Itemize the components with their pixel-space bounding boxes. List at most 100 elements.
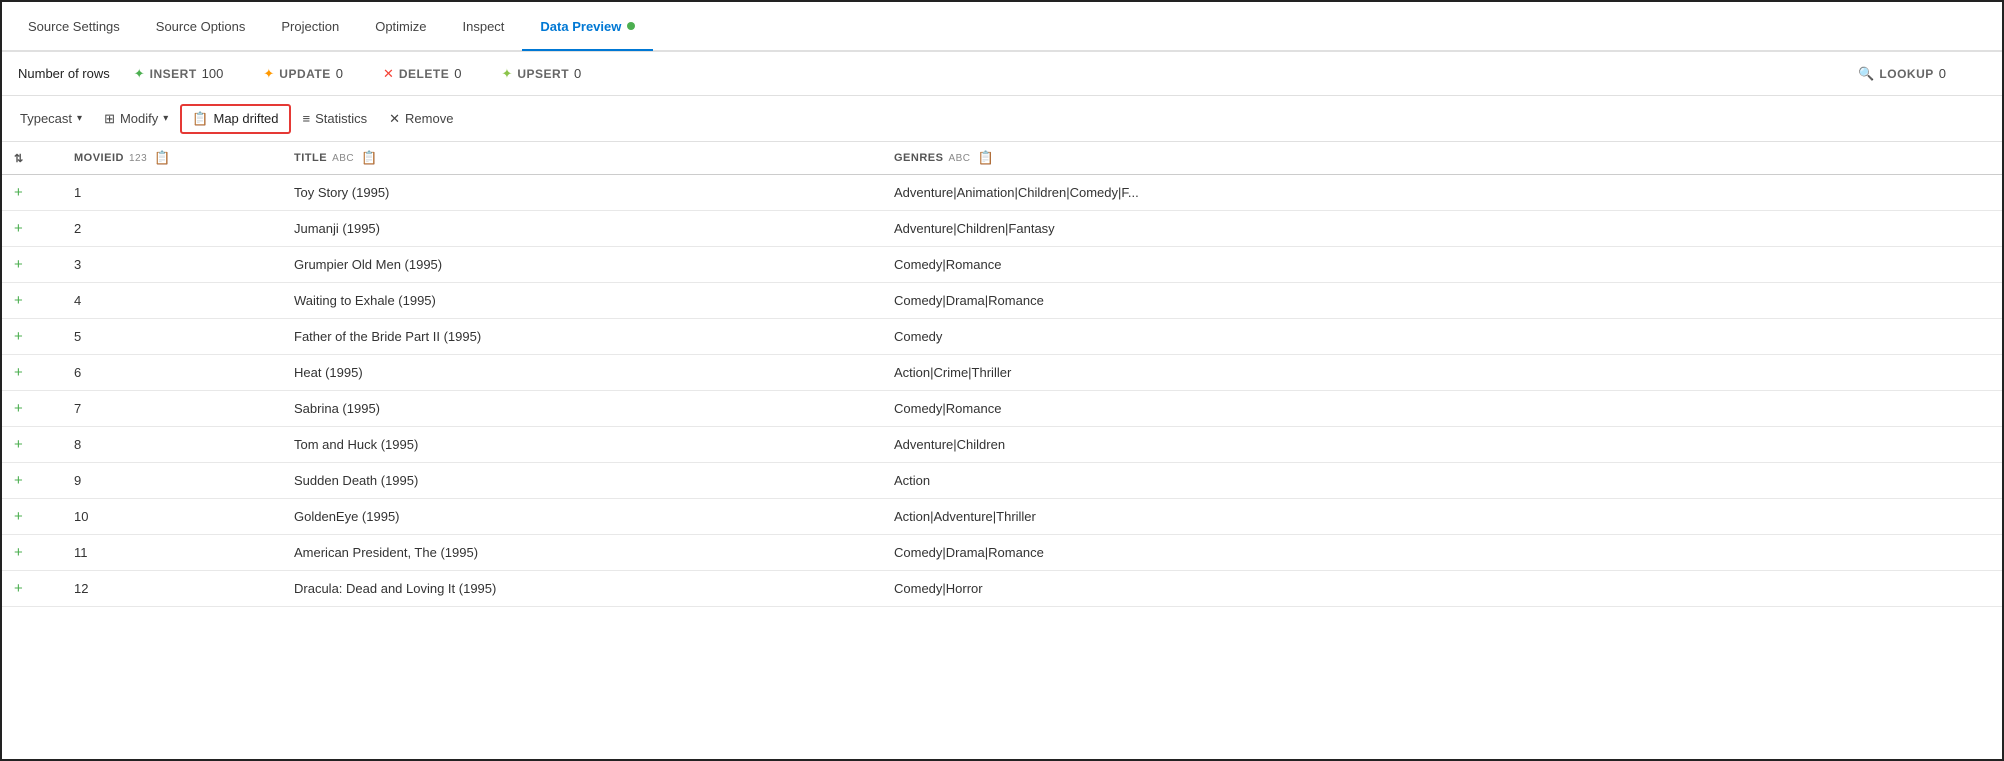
active-dot	[627, 22, 635, 30]
rows-label: Number of rows	[18, 66, 110, 81]
nav-item-source-settings[interactable]: Source Settings	[10, 2, 138, 50]
row-plus-12[interactable]: +	[2, 571, 62, 607]
cell-title-12: Dracula: Dead and Loving It (1995)	[282, 571, 882, 607]
genres-edit-icon[interactable]: 📋	[978, 150, 995, 166]
row-plus-9[interactable]: +	[2, 463, 62, 499]
cell-title-11: American President, The (1995)	[282, 535, 882, 571]
row-plus-4[interactable]: +	[2, 283, 62, 319]
row-plus-2[interactable]: +	[2, 211, 62, 247]
table-row: +1Toy Story (1995)Adventure|Animation|Ch…	[2, 175, 2002, 211]
table-row: +10GoldenEye (1995)Action|Adventure|Thri…	[2, 499, 2002, 535]
cell-genres-7: Comedy|Romance	[882, 391, 2002, 427]
plus-icon[interactable]: +	[14, 508, 23, 525]
cell-movieid-5: 5	[62, 319, 282, 355]
table-row: +2Jumanji (1995)Adventure|Children|Fanta…	[2, 211, 2002, 247]
cell-movieid-4: 4	[62, 283, 282, 319]
cell-title-6: Heat (1995)	[282, 355, 882, 391]
cell-movieid-11: 11	[62, 535, 282, 571]
movieid-col-label: MOVIEID	[74, 152, 124, 164]
cell-title-10: GoldenEye (1995)	[282, 499, 882, 535]
update-stat: ✦ UPDATE 0	[263, 66, 343, 82]
cell-genres-6: Action|Crime|Thriller	[882, 355, 2002, 391]
title-type: abc	[332, 153, 354, 164]
cell-title-5: Father of the Bride Part II (1995)	[282, 319, 882, 355]
lookup-stat: 🔍 LOOKUP 0	[1858, 66, 1946, 82]
row-plus-6[interactable]: +	[2, 355, 62, 391]
update-label: UPDATE	[279, 67, 330, 81]
nav-item-data-preview[interactable]: Data Preview	[522, 3, 653, 51]
row-plus-3[interactable]: +	[2, 247, 62, 283]
table-row: +3Grumpier Old Men (1995)Comedy|Romance	[2, 247, 2002, 283]
plus-icon[interactable]: +	[14, 436, 23, 453]
typecast-label: Typecast	[20, 111, 72, 126]
table-row: +12Dracula: Dead and Loving It (1995)Com…	[2, 571, 2002, 607]
modify-icon: ⊞	[104, 111, 115, 127]
movieid-edit-icon[interactable]: 📋	[154, 150, 171, 166]
col-header-title: TITLE abc 📋	[282, 142, 882, 175]
plus-icon[interactable]: +	[14, 292, 23, 309]
data-table-wrapper: ⇅ MOVIEID 123 📋 TITLE abc	[2, 142, 2002, 607]
delete-value: 0	[454, 66, 461, 81]
insert-icon: ✦	[134, 66, 145, 82]
insert-label: INSERT	[150, 67, 197, 81]
plus-icon[interactable]: +	[14, 220, 23, 237]
remove-label: Remove	[405, 111, 453, 126]
delete-icon: ✕	[383, 66, 394, 82]
top-nav: Source SettingsSource OptionsProjectionO…	[2, 2, 2002, 52]
map-drifted-icon: 📋	[192, 111, 208, 127]
plus-icon[interactable]: +	[14, 472, 23, 489]
cell-movieid-10: 10	[62, 499, 282, 535]
table-row: +11American President, The (1995)Comedy|…	[2, 535, 2002, 571]
upsert-icon: ✦	[501, 66, 512, 82]
update-value: 0	[336, 66, 343, 81]
cell-title-4: Waiting to Exhale (1995)	[282, 283, 882, 319]
sort-icon: ⇅	[14, 152, 24, 165]
plus-icon[interactable]: +	[14, 256, 23, 273]
row-plus-7[interactable]: +	[2, 391, 62, 427]
cell-genres-10: Action|Adventure|Thriller	[882, 499, 2002, 535]
plus-icon[interactable]: +	[14, 544, 23, 561]
plus-icon[interactable]: +	[14, 328, 23, 345]
cell-title-8: Tom and Huck (1995)	[282, 427, 882, 463]
plus-icon[interactable]: +	[14, 364, 23, 381]
row-plus-11[interactable]: +	[2, 535, 62, 571]
statistics-button[interactable]: ≡ Statistics	[293, 106, 378, 131]
cell-movieid-12: 12	[62, 571, 282, 607]
modify-label: Modify	[120, 111, 158, 126]
typecast-button[interactable]: Typecast ▾	[10, 106, 92, 131]
cell-genres-11: Comedy|Drama|Romance	[882, 535, 2002, 571]
statistics-label: Statistics	[315, 111, 367, 126]
row-plus-5[interactable]: +	[2, 319, 62, 355]
nav-item-optimize[interactable]: Optimize	[357, 2, 444, 50]
cell-genres-1: Adventure|Animation|Children|Comedy|F...	[882, 175, 2002, 211]
cell-genres-8: Adventure|Children	[882, 427, 2002, 463]
plus-icon[interactable]: +	[14, 580, 23, 597]
update-icon: ✦	[263, 66, 274, 82]
data-table: ⇅ MOVIEID 123 📋 TITLE abc	[2, 142, 2002, 607]
row-plus-10[interactable]: +	[2, 499, 62, 535]
cell-title-3: Grumpier Old Men (1995)	[282, 247, 882, 283]
map-drifted-button[interactable]: 📋 Map drifted	[180, 104, 290, 134]
cell-genres-9: Action	[882, 463, 2002, 499]
cell-movieid-9: 9	[62, 463, 282, 499]
toolbar: Typecast ▾ ⊞ Modify ▾ 📋 Map drifted ≡ St…	[2, 96, 2002, 142]
cell-title-2: Jumanji (1995)	[282, 211, 882, 247]
remove-icon: ✕	[389, 111, 400, 127]
table-header-row: ⇅ MOVIEID 123 📋 TITLE abc	[2, 142, 2002, 175]
row-plus-8[interactable]: +	[2, 427, 62, 463]
delete-label: DELETE	[399, 67, 449, 81]
nav-item-inspect[interactable]: Inspect	[445, 2, 523, 50]
cell-genres-12: Comedy|Horror	[882, 571, 2002, 607]
modify-button[interactable]: ⊞ Modify ▾	[94, 106, 178, 132]
plus-icon[interactable]: +	[14, 184, 23, 201]
nav-item-projection[interactable]: Projection	[263, 2, 357, 50]
plus-icon[interactable]: +	[14, 400, 23, 417]
col-header-genres: GENRES abc 📋	[882, 142, 2002, 175]
row-plus-1[interactable]: +	[2, 175, 62, 211]
cell-genres-5: Comedy	[882, 319, 2002, 355]
statistics-icon: ≡	[303, 111, 311, 126]
upsert-value: 0	[574, 66, 581, 81]
title-edit-icon[interactable]: 📋	[361, 150, 378, 166]
remove-button[interactable]: ✕ Remove	[379, 106, 463, 132]
nav-item-source-options[interactable]: Source Options	[138, 2, 264, 50]
